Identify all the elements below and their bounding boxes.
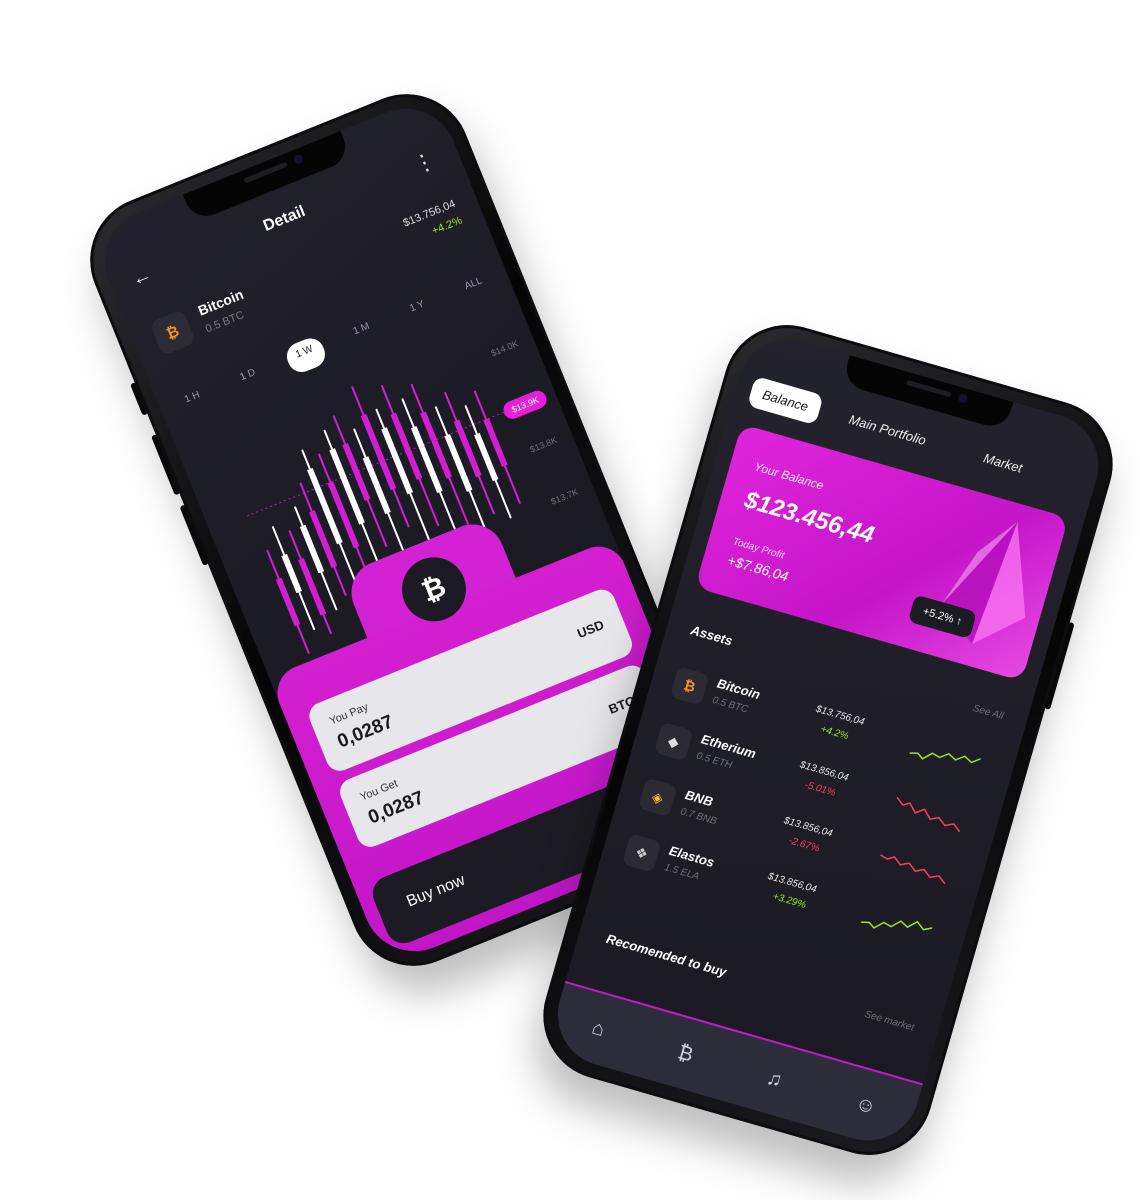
asset-qty: 0.7 BNB	[679, 806, 718, 828]
profit-pill-value: +5.2%	[921, 605, 956, 626]
buy-now-label: Buy now	[404, 871, 468, 911]
bitcoin-icon: ₿	[669, 665, 710, 706]
elastos-icon: ❖	[621, 833, 662, 873]
see-market-link[interactable]: See market	[863, 1009, 915, 1034]
bell-icon[interactable]: ♫	[764, 1066, 788, 1092]
profile-icon[interactable]: ☺	[853, 1092, 879, 1120]
asset-change: -2.67%	[787, 835, 821, 855]
balance-value: $123.456,44	[741, 486, 878, 550]
bitcoin-icon[interactable]: ₿	[675, 1041, 696, 1067]
see-all-link[interactable]: See All	[972, 703, 1005, 722]
tf-1h[interactable]: 1 H	[171, 380, 215, 421]
tf-1y[interactable]: 1 Y	[397, 289, 441, 330]
asset-change: -5.01%	[803, 779, 837, 799]
sparkline	[861, 920, 933, 931]
bnb-icon: ◈	[637, 777, 678, 818]
tf-all[interactable]: ALL	[452, 266, 498, 308]
sparkline	[896, 796, 961, 833]
ethereum-icon: ◆	[653, 721, 694, 762]
asset-change: +3.29%	[771, 891, 808, 912]
you-pay-currency[interactable]: USD	[575, 617, 606, 641]
balance-label: Your Balance	[752, 459, 826, 493]
assets-title: Assets	[689, 622, 735, 649]
tf-1m[interactable]: 1 M	[340, 312, 385, 354]
sparkline	[879, 854, 946, 885]
recommended-title: Recomended to buy	[604, 930, 729, 980]
asset-change: +4.2%	[819, 723, 850, 743]
notification-dot	[781, 1068, 788, 1091]
asset-name: BNB	[683, 787, 715, 810]
tf-1d[interactable]: 1 D	[227, 358, 271, 399]
tab-balance[interactable]: Balance	[747, 375, 824, 426]
home-icon[interactable]: ⌂	[589, 1016, 608, 1041]
tab-market[interactable]: Market	[968, 439, 1038, 486]
tf-1w[interactable]: 1 W	[282, 334, 329, 377]
sparkline	[909, 752, 981, 764]
coin-change: +4.2%	[430, 214, 464, 238]
arrow-up-icon: ↑	[954, 614, 964, 629]
tab-main-portfolio[interactable]: Main Portfolio	[834, 401, 942, 459]
bitcoin-icon: ₿	[149, 309, 197, 356]
